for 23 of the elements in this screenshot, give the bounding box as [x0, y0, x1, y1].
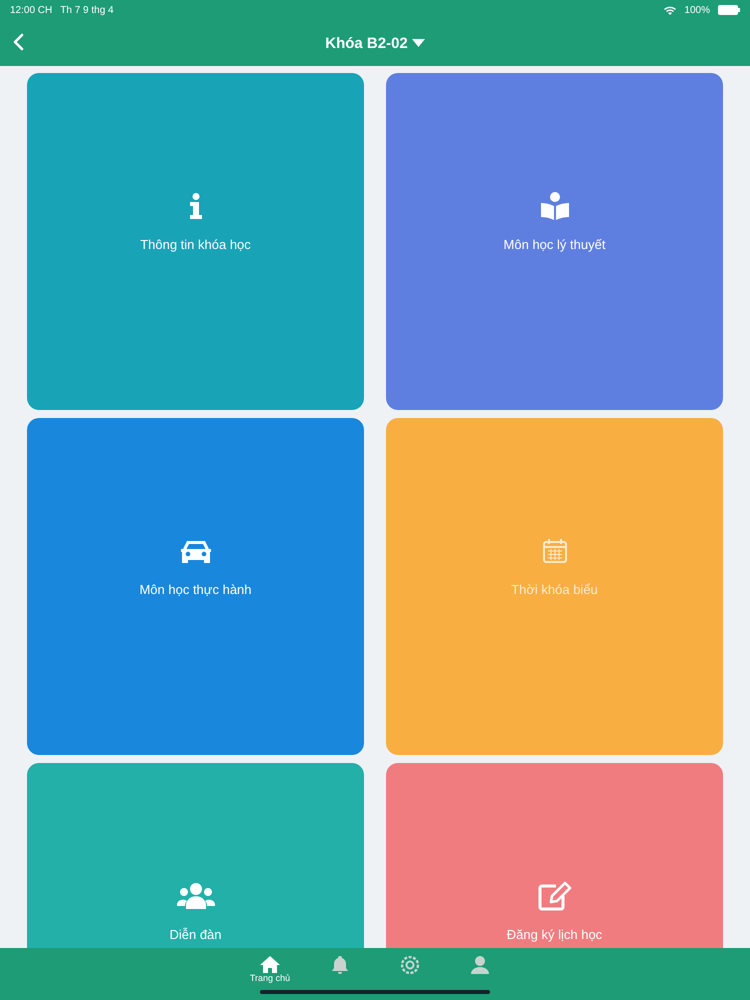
menu-tile[interactable]: Thông tin khóa học [27, 73, 364, 410]
status-date: Th 7 9 thg 4 [60, 4, 114, 16]
course-title[interactable]: Khóa B2-02 [325, 34, 408, 52]
reading-person-icon [540, 192, 570, 220]
menu-tile[interactable]: Môn học lý thuyết [386, 73, 723, 410]
people-icon [176, 883, 214, 909]
dropdown-icon[interactable] [412, 39, 425, 47]
tab-item[interactable]: Trang chủ [235, 948, 305, 984]
car-icon [180, 539, 210, 563]
home-icon [260, 956, 280, 973]
menu-tile[interactable]: Đăng ký lịch học [386, 763, 723, 948]
battery-icon [718, 5, 740, 15]
aperture-icon [401, 956, 419, 974]
calendar-icon [542, 539, 566, 563]
battery-percent: 100% [684, 4, 710, 16]
person-icon [471, 956, 489, 974]
status-time: 12:00 CH [10, 4, 52, 16]
edit-icon [538, 881, 572, 911]
info-icon [188, 193, 202, 219]
bell-icon [332, 956, 348, 974]
menu-tile[interactable]: Môn học thực hành [27, 418, 364, 755]
wifi-icon [664, 6, 676, 14]
menu-tile[interactable]: Diễn đàn [27, 763, 364, 948]
